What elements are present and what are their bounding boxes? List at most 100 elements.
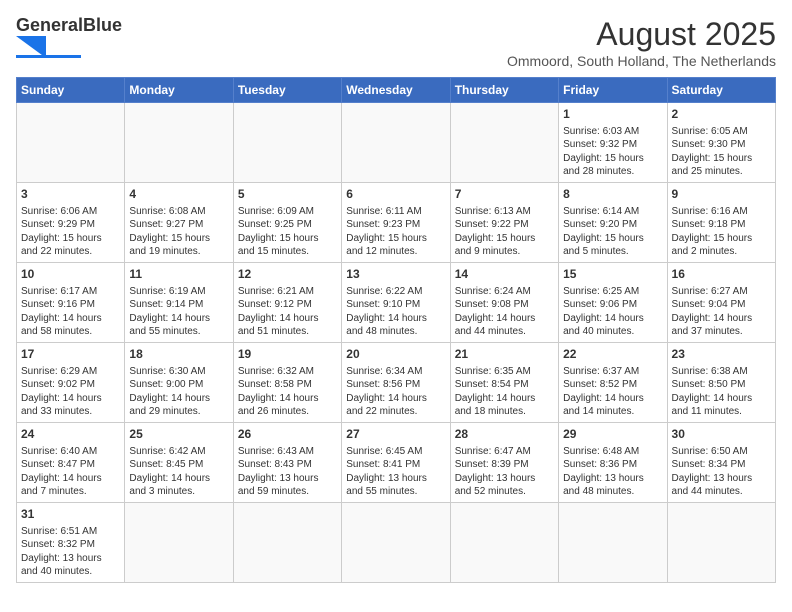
calendar-week-row: 1 Sunrise: 6:03 AM Sunset: 9:32 PM Daylig…	[17, 103, 776, 183]
day-info: Sunrise: 6:09 AM Sunset: 9:25 PM Dayligh…	[238, 205, 337, 259]
calendar-day-cell: 23Sunrise: 6:38 AM Sunset: 8:50 PM Dayli…	[667, 343, 775, 423]
logo-graphic	[16, 36, 81, 58]
calendar-week-row: 17Sunrise: 6:29 AM Sunset: 9:02 PM Dayli…	[17, 343, 776, 423]
calendar-table: SundayMondayTuesdayWednesdayThursdayFrid…	[16, 77, 776, 583]
calendar-day-cell	[342, 103, 450, 183]
day-info: Sunrise: 6:30 AM Sunset: 9:00 PM Dayligh…	[129, 365, 228, 419]
day-info: Sunrise: 6:03 AM Sunset: 9:32 PM Dayligh…	[563, 125, 662, 179]
day-number: 7	[455, 186, 554, 203]
calendar-day-cell	[233, 103, 341, 183]
day-info: Sunrise: 6:11 AM Sunset: 9:23 PM Dayligh…	[346, 205, 445, 259]
calendar-day-cell: 9 Sunrise: 6:16 AM Sunset: 9:18 PM Daylig…	[667, 183, 775, 263]
calendar-subtitle: Ommoord, South Holland, The Netherlands	[507, 53, 776, 69]
calendar-day-cell: 10Sunrise: 6:17 AM Sunset: 9:16 PM Dayli…	[17, 263, 125, 343]
calendar-day-cell	[17, 103, 125, 183]
calendar-day-cell	[450, 503, 558, 583]
day-info: Sunrise: 6:37 AM Sunset: 8:52 PM Dayligh…	[563, 365, 662, 419]
weekday-header-friday: Friday	[559, 78, 667, 103]
day-info: Sunrise: 6:47 AM Sunset: 8:39 PM Dayligh…	[455, 445, 554, 499]
day-info: Sunrise: 6:24 AM Sunset: 9:08 PM Dayligh…	[455, 285, 554, 339]
calendar-day-cell: 21 Sunrise: 6:35 AM Sunset: 8:54 PM Dayli…	[450, 343, 558, 423]
calendar-week-row: 24 Sunrise: 6:40 AM Sunset: 8:47 PM Dayli…	[17, 423, 776, 503]
weekday-header-row: SundayMondayTuesdayWednesdayThursdayFrid…	[17, 78, 776, 103]
day-info: Sunrise: 6:32 AM Sunset: 8:58 PM Dayligh…	[238, 365, 337, 419]
day-info: Sunrise: 6:48 AM Sunset: 8:36 PM Dayligh…	[563, 445, 662, 499]
calendar-day-cell	[450, 103, 558, 183]
calendar-day-cell: 6 Sunrise: 6:11 AM Sunset: 9:23 PM Daylig…	[342, 183, 450, 263]
day-info: Sunrise: 6:25 AM Sunset: 9:06 PM Dayligh…	[563, 285, 662, 339]
day-info: Sunrise: 6:40 AM Sunset: 8:47 PM Dayligh…	[21, 445, 120, 499]
day-number: 30	[672, 426, 771, 443]
day-number: 8	[563, 186, 662, 203]
calendar-day-cell	[342, 503, 450, 583]
day-info: Sunrise: 6:13 AM Sunset: 9:22 PM Dayligh…	[455, 205, 554, 259]
calendar-day-cell: 24 Sunrise: 6:40 AM Sunset: 8:47 PM Dayli…	[17, 423, 125, 503]
day-info: Sunrise: 6:38 AM Sunset: 8:50 PM Dayligh…	[672, 365, 771, 419]
calendar-day-cell: 18Sunrise: 6:30 AM Sunset: 9:00 PM Dayli…	[125, 343, 233, 423]
weekday-header-monday: Monday	[125, 78, 233, 103]
day-number: 31	[21, 506, 120, 523]
calendar-day-cell: 22 Sunrise: 6:37 AM Sunset: 8:52 PM Dayli…	[559, 343, 667, 423]
calendar-day-cell: 19Sunrise: 6:32 AM Sunset: 8:58 PM Dayli…	[233, 343, 341, 423]
day-number: 6	[346, 186, 445, 203]
calendar-day-cell	[667, 503, 775, 583]
calendar-week-row: 3Sunrise: 6:06 AM Sunset: 9:29 PM Daylig…	[17, 183, 776, 263]
weekday-header-thursday: Thursday	[450, 78, 558, 103]
calendar-day-cell	[125, 103, 233, 183]
calendar-day-cell: 25 Sunrise: 6:42 AM Sunset: 8:45 PM Dayli…	[125, 423, 233, 503]
day-number: 15	[563, 266, 662, 283]
day-info: Sunrise: 6:14 AM Sunset: 9:20 PM Dayligh…	[563, 205, 662, 259]
calendar-day-cell: 11Sunrise: 6:19 AM Sunset: 9:14 PM Dayli…	[125, 263, 233, 343]
logo: General Blue	[16, 16, 122, 58]
day-number: 22	[563, 346, 662, 363]
day-number: 26	[238, 426, 337, 443]
day-number: 13	[346, 266, 445, 283]
day-number: 12	[238, 266, 337, 283]
logo-text-general: General	[16, 16, 83, 34]
day-info: Sunrise: 6:21 AM Sunset: 9:12 PM Dayligh…	[238, 285, 337, 339]
calendar-day-cell: 15 Sunrise: 6:25 AM Sunset: 9:06 PM Dayli…	[559, 263, 667, 343]
calendar-day-cell: 26 Sunrise: 6:43 AM Sunset: 8:43 PM Dayli…	[233, 423, 341, 503]
day-number: 10	[21, 266, 120, 283]
calendar-day-cell: 30 Sunrise: 6:50 AM Sunset: 8:34 PM Dayli…	[667, 423, 775, 503]
day-number: 28	[455, 426, 554, 443]
day-number: 25	[129, 426, 228, 443]
day-number: 29	[563, 426, 662, 443]
calendar-title: August 2025	[507, 16, 776, 53]
day-number: 9	[672, 186, 771, 203]
day-info: Sunrise: 6:22 AM Sunset: 9:10 PM Dayligh…	[346, 285, 445, 339]
calendar-day-cell	[233, 503, 341, 583]
day-info: Sunrise: 6:50 AM Sunset: 8:34 PM Dayligh…	[672, 445, 771, 499]
calendar-day-cell: 13 Sunrise: 6:22 AM Sunset: 9:10 PM Dayli…	[342, 263, 450, 343]
day-number: 14	[455, 266, 554, 283]
day-info: Sunrise: 6:34 AM Sunset: 8:56 PM Dayligh…	[346, 365, 445, 419]
weekday-header-saturday: Saturday	[667, 78, 775, 103]
day-number: 2	[672, 106, 771, 123]
day-number: 3	[21, 186, 120, 203]
calendar-day-cell: 8 Sunrise: 6:14 AM Sunset: 9:20 PM Daylig…	[559, 183, 667, 263]
calendar-day-cell: 2Sunrise: 6:05 AM Sunset: 9:30 PM Daylig…	[667, 103, 775, 183]
day-info: Sunrise: 6:19 AM Sunset: 9:14 PM Dayligh…	[129, 285, 228, 339]
day-number: 24	[21, 426, 120, 443]
day-info: Sunrise: 6:45 AM Sunset: 8:41 PM Dayligh…	[346, 445, 445, 499]
calendar-day-cell: 17Sunrise: 6:29 AM Sunset: 9:02 PM Dayli…	[17, 343, 125, 423]
day-info: Sunrise: 6:27 AM Sunset: 9:04 PM Dayligh…	[672, 285, 771, 339]
day-number: 20	[346, 346, 445, 363]
day-number: 21	[455, 346, 554, 363]
calendar-day-cell: 4Sunrise: 6:08 AM Sunset: 9:27 PM Daylig…	[125, 183, 233, 263]
day-info: Sunrise: 6:35 AM Sunset: 8:54 PM Dayligh…	[455, 365, 554, 419]
calendar-week-row: 10Sunrise: 6:17 AM Sunset: 9:16 PM Dayli…	[17, 263, 776, 343]
calendar-day-cell: 3Sunrise: 6:06 AM Sunset: 9:29 PM Daylig…	[17, 183, 125, 263]
page-header: General Blue August 2025 Ommoord, South …	[16, 16, 776, 69]
day-number: 1	[563, 106, 662, 123]
calendar-day-cell: 14 Sunrise: 6:24 AM Sunset: 9:08 PM Dayli…	[450, 263, 558, 343]
weekday-header-wednesday: Wednesday	[342, 78, 450, 103]
day-number: 27	[346, 426, 445, 443]
calendar-day-cell: 20 Sunrise: 6:34 AM Sunset: 8:56 PM Dayli…	[342, 343, 450, 423]
day-info: Sunrise: 6:42 AM Sunset: 8:45 PM Dayligh…	[129, 445, 228, 499]
weekday-header-tuesday: Tuesday	[233, 78, 341, 103]
day-number: 4	[129, 186, 228, 203]
day-info: Sunrise: 6:16 AM Sunset: 9:18 PM Dayligh…	[672, 205, 771, 259]
day-info: Sunrise: 6:43 AM Sunset: 8:43 PM Dayligh…	[238, 445, 337, 499]
calendar-day-cell: 1 Sunrise: 6:03 AM Sunset: 9:32 PM Daylig…	[559, 103, 667, 183]
